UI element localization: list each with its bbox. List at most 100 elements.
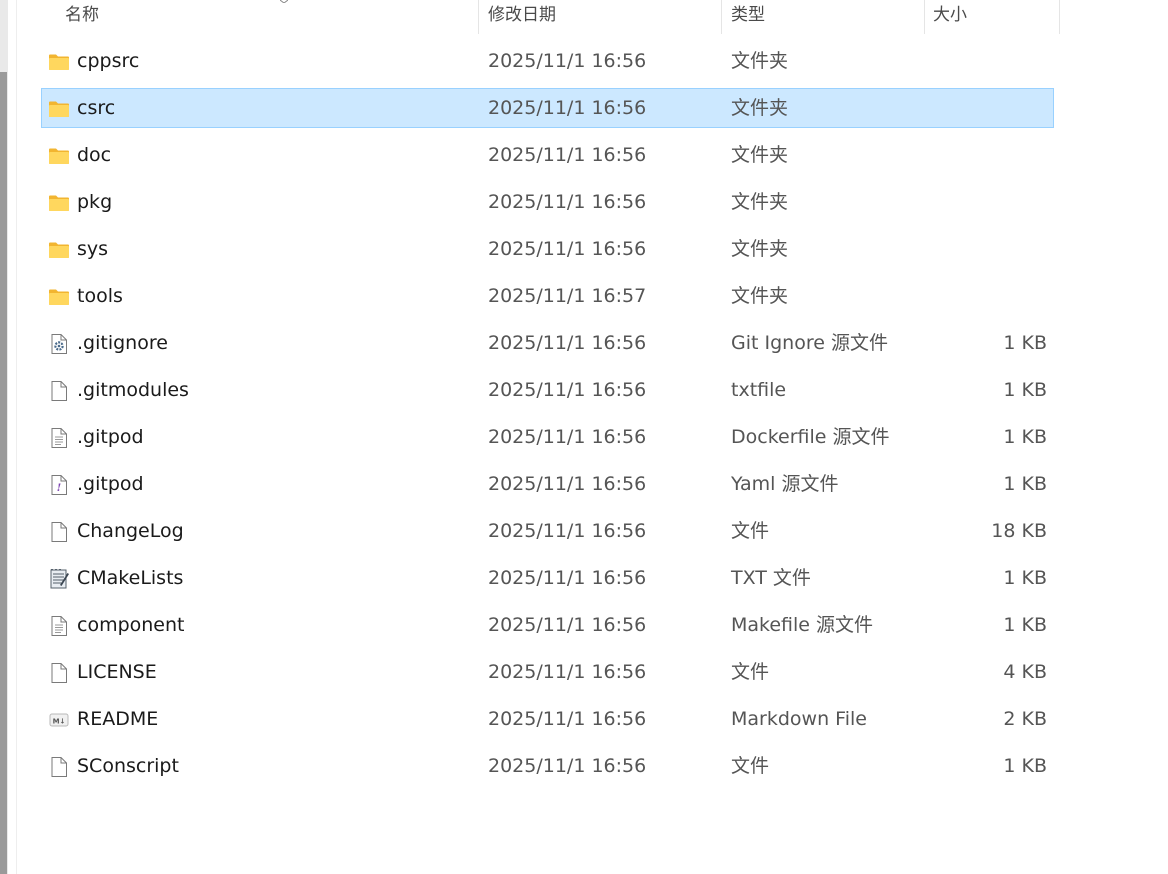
yaml-file-icon: ! [48, 474, 70, 496]
column-header-size[interactable]: 大小 [925, 0, 1059, 34]
column-header-type[interactable]: 类型 [722, 0, 924, 34]
file-row[interactable]: .gitmodules 2025/11/1 16:56 txtfile 1 KB [41, 370, 1054, 410]
file-type: TXT 文件 [731, 567, 811, 589]
blank-file-icon [48, 380, 70, 402]
file-type: 文件夹 [731, 285, 789, 307]
file-type: 文件夹 [731, 97, 789, 119]
file-modified-date: 2025/11/1 16:56 [488, 614, 647, 636]
file-type: 文件 [731, 661, 770, 683]
file-type: 文件 [731, 520, 770, 542]
svg-text:M↓: M↓ [53, 718, 66, 726]
file-modified-date: 2025/11/1 16:56 [488, 332, 647, 354]
column-header-modified-label: 修改日期 [488, 5, 556, 25]
file-size: 1 KB [1003, 614, 1047, 636]
file-row[interactable]: ChangeLog 2025/11/1 16:56 文件 18 KB [41, 511, 1054, 551]
file-name: .gitmodules [77, 379, 189, 401]
file-type: txtfile [731, 379, 787, 401]
file-row[interactable]: sys 2025/11/1 16:56 文件夹 [41, 229, 1054, 269]
file-type: Yaml 源文件 [731, 473, 839, 495]
file-type: 文件 [731, 755, 770, 777]
file-modified-date: 2025/11/1 16:56 [488, 97, 647, 119]
folder-icon [48, 145, 70, 167]
file-name: SConscript [77, 755, 179, 777]
file-modified-date: 2025/11/1 16:56 [488, 473, 647, 495]
file-name: pkg [77, 191, 113, 213]
file-size: 1 KB [1003, 473, 1047, 495]
file-name: .gitignore [77, 332, 168, 354]
file-name: component [77, 614, 185, 636]
file-size: 1 KB [1003, 332, 1047, 354]
file-row[interactable]: LICENSE 2025/11/1 16:56 文件 4 KB [41, 652, 1054, 692]
file-size: 1 KB [1003, 567, 1047, 589]
column-header: 名称 修改日期 类型 大小 [17, 0, 1060, 34]
column-header-modified[interactable]: 修改日期 [479, 0, 720, 34]
file-row[interactable]: tools 2025/11/1 16:57 文件夹 [41, 276, 1054, 316]
file-row[interactable]: .gitpod 2025/11/1 16:56 Dockerfile 源文件 1 KB [41, 417, 1054, 457]
file-type: Markdown File [731, 708, 867, 730]
file-name: sys [77, 238, 109, 260]
file-name: .gitpod [77, 426, 144, 448]
folder-icon [48, 239, 70, 261]
svg-text:!: ! [57, 483, 61, 494]
file-size: 4 KB [1003, 661, 1047, 683]
folder-icon [48, 51, 70, 73]
file-row[interactable]: doc 2025/11/1 16:56 文件夹 [41, 135, 1054, 175]
text-file-icon [48, 427, 70, 449]
file-modified-date: 2025/11/1 16:56 [488, 191, 647, 213]
file-size: 18 KB [991, 520, 1047, 542]
file-row[interactable]: SConscript 2025/11/1 16:56 文件 1 KB [41, 746, 1054, 786]
file-modified-date: 2025/11/1 16:56 [488, 567, 647, 589]
file-name: doc [77, 144, 112, 166]
file-modified-date: 2025/11/1 16:56 [488, 520, 647, 542]
file-row[interactable]: CMakeLists 2025/11/1 16:56 TXT 文件 1 KB [41, 558, 1054, 598]
file-row[interactable]: M↓ README 2025/11/1 16:56 Markdown File 2 KB [41, 699, 1054, 739]
file-row[interactable]: pkg 2025/11/1 16:56 文件夹 [41, 182, 1054, 222]
file-row[interactable]: component 2025/11/1 16:56 Makefile 源文件 1 KB [41, 605, 1054, 645]
column-header-name[interactable]: 名称 [17, 0, 478, 34]
file-name: CMakeLists [77, 567, 184, 589]
file-type: 文件夹 [731, 50, 789, 72]
folder-icon [48, 192, 70, 214]
file-type: Dockerfile 源文件 [731, 426, 890, 448]
file-name: README [77, 708, 159, 730]
file-modified-date: 2025/11/1 16:57 [488, 285, 647, 307]
file-size: 1 KB [1003, 379, 1047, 401]
notepad-file-icon [48, 568, 70, 590]
pane-divider [16, 0, 17, 874]
file-name: cppsrc [77, 50, 140, 72]
file-modified-date: 2025/11/1 16:56 [488, 144, 647, 166]
left-scroll-strip [0, 0, 8, 874]
file-modified-date: 2025/11/1 16:56 [488, 238, 647, 260]
file-size: 1 KB [1003, 755, 1047, 777]
markdown-file-icon: M↓ [48, 709, 70, 731]
folder-icon [48, 98, 70, 120]
file-type: Git Ignore 源文件 [731, 332, 888, 354]
file-modified-date: 2025/11/1 16:56 [488, 379, 647, 401]
file-row[interactable]: cppsrc 2025/11/1 16:56 文件夹 [41, 41, 1054, 81]
file-row[interactable]: .gitignore 2025/11/1 16:56 Git Ignore 源文件 1… [41, 323, 1054, 363]
gear-file-icon [48, 333, 70, 355]
file-type: 文件夹 [731, 144, 789, 166]
blank-file-icon [48, 521, 70, 543]
file-row[interactable]: ! .gitpod 2025/11/1 16:56 Yaml 源文件 1 KB [41, 464, 1054, 504]
file-name: .gitpod [77, 473, 144, 495]
file-name: LICENSE [77, 661, 157, 683]
column-header-size-label: 大小 [933, 5, 967, 25]
file-modified-date: 2025/11/1 16:56 [488, 661, 647, 683]
column-separator[interactable] [1059, 0, 1060, 34]
file-name: ChangeLog [77, 520, 184, 542]
blank-file-icon [48, 756, 70, 778]
file-modified-date: 2025/11/1 16:56 [488, 50, 647, 72]
file-type: 文件夹 [731, 191, 789, 213]
text-file-icon [48, 615, 70, 637]
file-modified-date: 2025/11/1 16:56 [488, 708, 647, 730]
column-header-type-label: 类型 [731, 5, 765, 25]
file-size: 2 KB [1003, 708, 1047, 730]
file-name: csrc [77, 97, 116, 119]
folder-icon [48, 286, 70, 308]
file-type: 文件夹 [731, 238, 789, 260]
file-row[interactable]: csrc 2025/11/1 16:56 文件夹 [41, 88, 1054, 128]
blank-file-icon [48, 662, 70, 684]
file-size: 1 KB [1003, 426, 1047, 448]
file-modified-date: 2025/11/1 16:56 [488, 755, 647, 777]
